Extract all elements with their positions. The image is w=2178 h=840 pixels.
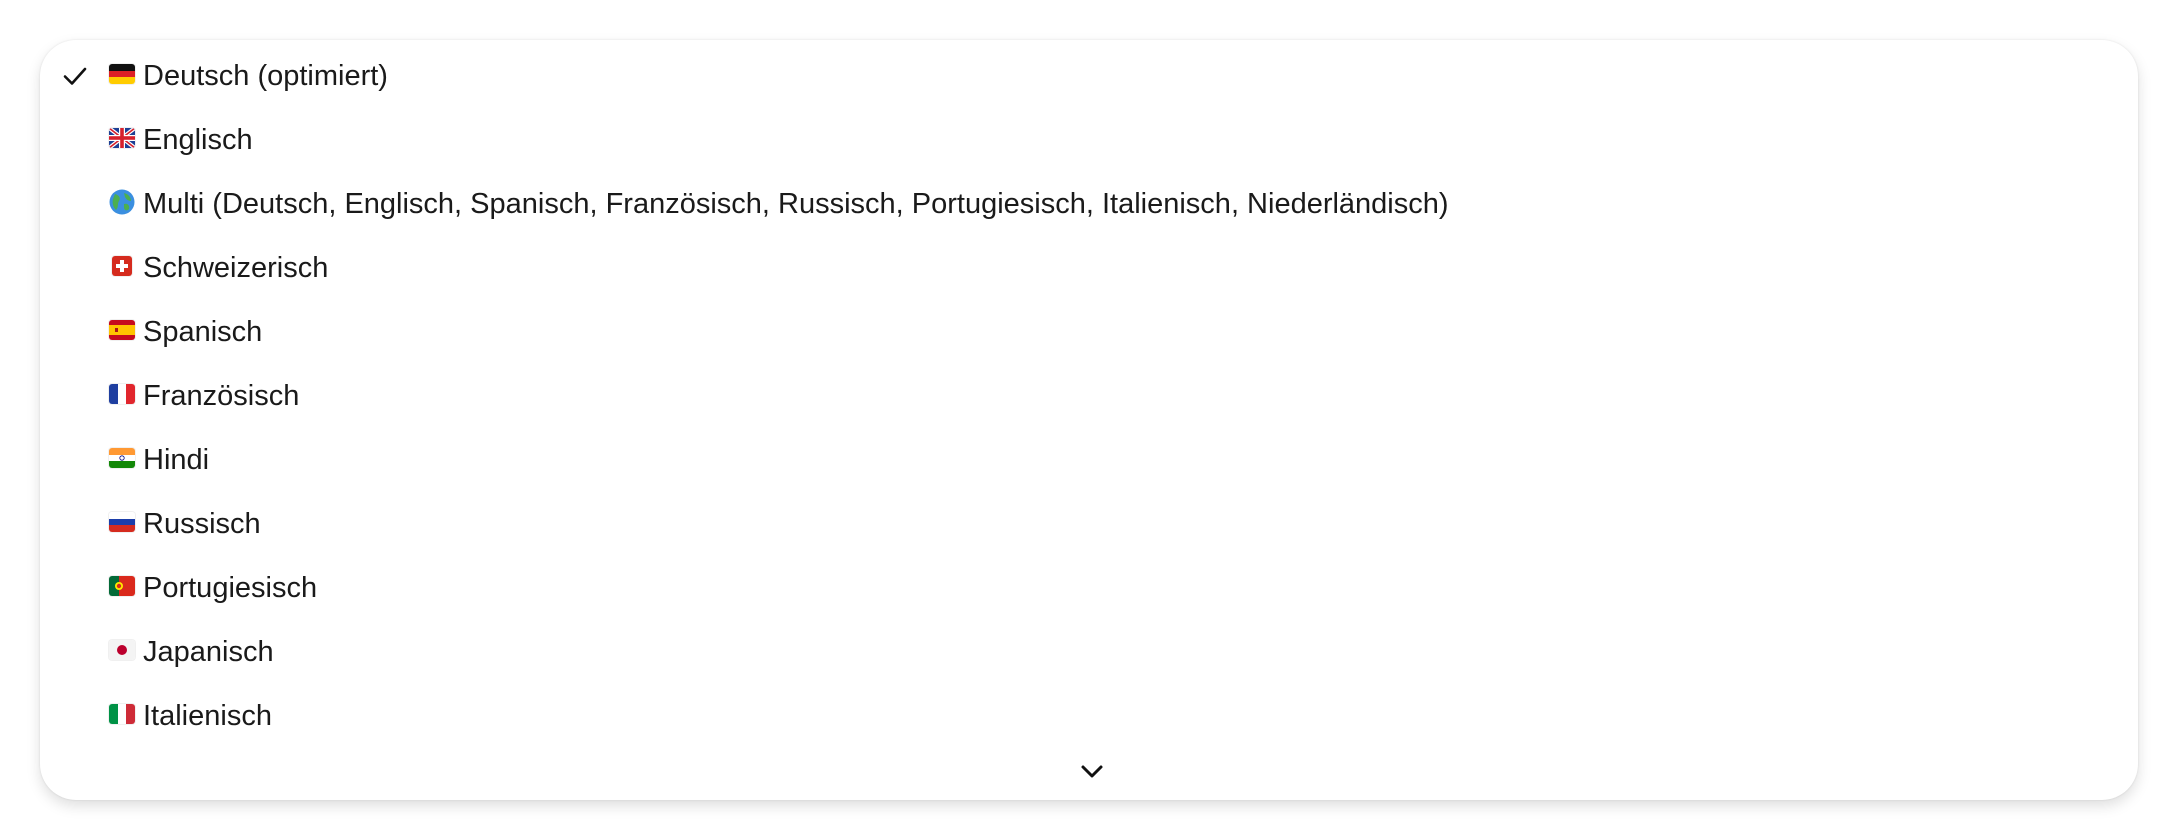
- globe-icon: [109, 189, 135, 215]
- flag-germany-icon: [109, 64, 135, 84]
- menu-item-italienisch[interactable]: Italienisch: [40, 684, 2138, 748]
- menu-item-hindi[interactable]: Hindi: [40, 428, 2138, 492]
- flag-india-icon: [109, 448, 135, 468]
- flag-italy-icon: [109, 704, 135, 724]
- language-dropdown-menu: Deutsch (optimiert) Englisch Multi (Deut…: [40, 40, 2138, 800]
- menu-item-japanisch[interactable]: Japanisch: [40, 620, 2138, 684]
- menu-item-deutsch[interactable]: Deutsch (optimiert): [40, 44, 2138, 108]
- menu-item-label: Multi (Deutsch, Englisch, Spanisch, Fran…: [143, 188, 1449, 220]
- flag-france-icon: [109, 384, 135, 404]
- menu-item-label: Schweizerisch: [143, 252, 329, 284]
- menu-item-label: Französisch: [143, 380, 300, 412]
- menu-item-label: Japanisch: [143, 636, 274, 668]
- flag-spain-icon: [109, 320, 135, 340]
- flag-russia-icon: [109, 512, 135, 532]
- menu-item-multi[interactable]: Multi (Deutsch, Englisch, Spanisch, Fran…: [40, 172, 2138, 236]
- menu-item-label: Hindi: [143, 444, 210, 476]
- menu-item-franzoesisch[interactable]: Französisch: [40, 364, 2138, 428]
- menu-item-spanisch[interactable]: Spanisch: [40, 300, 2138, 364]
- flag-japan-icon: [109, 640, 135, 660]
- menu-item-englisch[interactable]: Englisch: [40, 108, 2138, 172]
- menu-item-label: Italienisch: [143, 700, 272, 732]
- checkmark-icon: [63, 67, 87, 85]
- flag-portugal-icon: [109, 576, 135, 596]
- menu-item-label: Russisch: [143, 508, 261, 540]
- menu-item-label: Spanisch: [143, 316, 263, 348]
- menu-item-russisch[interactable]: Russisch: [40, 492, 2138, 556]
- menu-item-label: Portugiesisch: [143, 572, 318, 604]
- menu-item-schweizerisch[interactable]: Schweizerisch: [40, 236, 2138, 300]
- chevron-down-icon[interactable]: [1077, 762, 1107, 782]
- menu-item-label: Englisch: [143, 124, 253, 156]
- flag-united-kingdom-icon: [109, 128, 135, 148]
- menu-item-label: Deutsch (optimiert): [143, 60, 388, 92]
- flag-switzerland-icon: [112, 256, 132, 276]
- menu-item-portugiesisch[interactable]: Portugiesisch: [40, 556, 2138, 620]
